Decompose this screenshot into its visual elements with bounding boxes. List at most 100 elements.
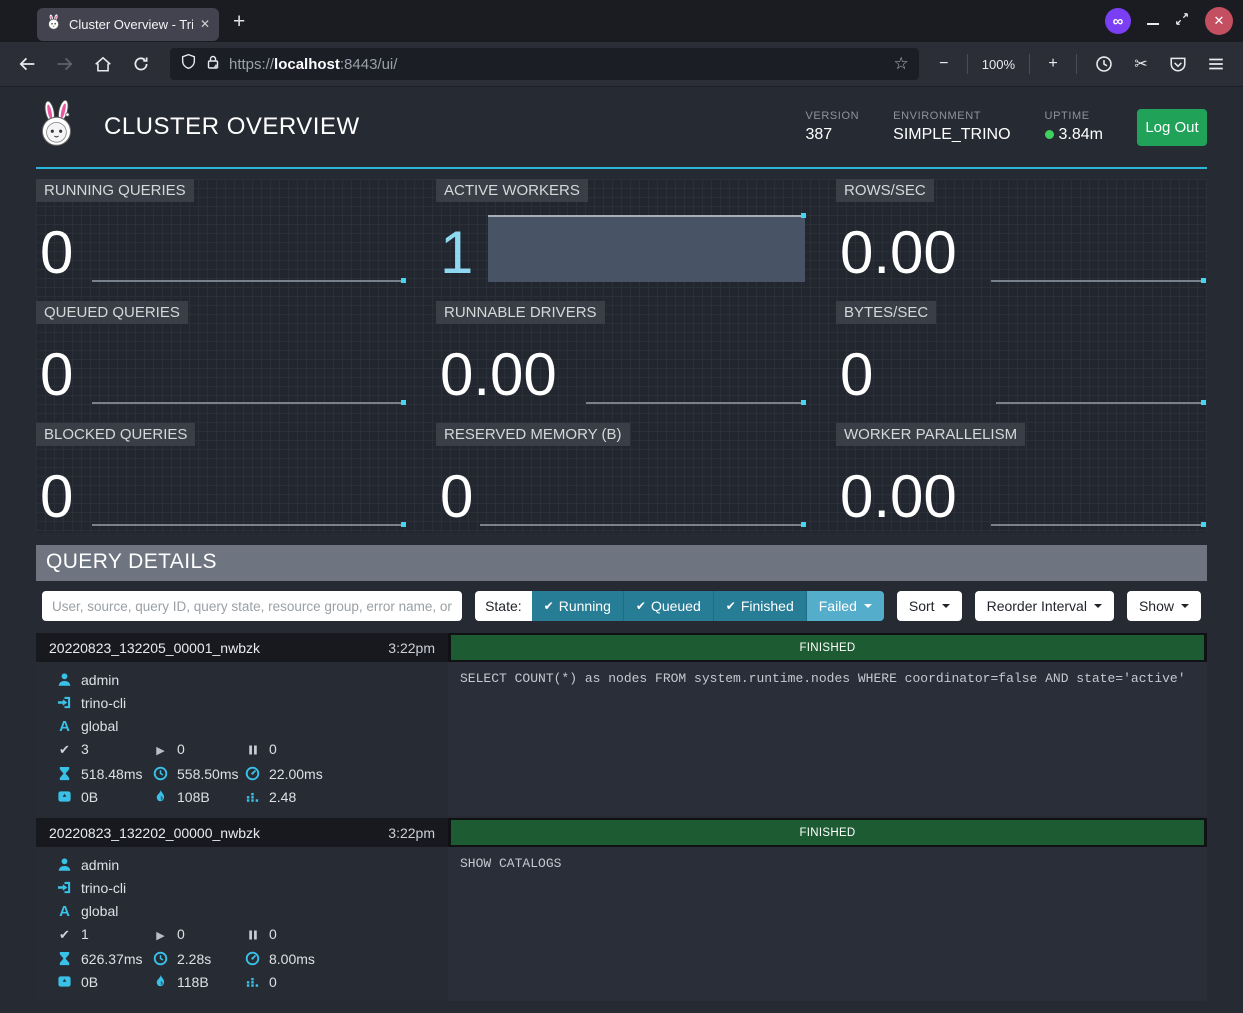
elapsed-time-clock-icon <box>152 763 169 786</box>
url-bar[interactable]: https://localhost:8443/ui/ ☆ <box>170 48 919 80</box>
chevron-down-icon <box>864 604 872 608</box>
window-maximize-button[interactable] <box>1175 12 1189 31</box>
tile-blocked-queries: BLOCKED QUERIES 0 <box>36 423 407 533</box>
forward-button[interactable] <box>50 49 80 79</box>
sparkline <box>996 402 1205 404</box>
version-stat: VERSION 387 <box>805 110 859 144</box>
source-login-icon <box>56 877 73 900</box>
state-filter-label: State: <box>475 591 532 621</box>
home-button[interactable] <box>88 49 118 79</box>
query-sql-text: SELECT COUNT(*) as nodes FROM system.run… <box>448 662 1207 816</box>
query-time: 3:22pm <box>388 640 435 656</box>
url-text: https://localhost:8443/ui/ <box>229 56 397 73</box>
cumulative-memory-flame-icon <box>152 786 169 809</box>
completed-splits-icon: ✔ <box>56 923 73 946</box>
cumulative-memory-flame-icon <box>152 971 169 994</box>
environment-stat: ENVIRONMENT SIMPLE_TRINO <box>893 110 1010 144</box>
queued-splits-icon <box>244 923 261 946</box>
browser-tab-bar: Cluster Overview - Trino ✕ + ∞ ✕ <box>0 0 1243 42</box>
sparkline <box>92 402 405 404</box>
cluster-stats-grid: RUNNING QUERIES 0 ACTIVE WORKERS 1 ROWS/… <box>36 179 1207 533</box>
resource-group-icon: A <box>56 900 73 923</box>
logout-button[interactable]: Log Out <box>1137 109 1207 146</box>
running-splits-icon: ▶ <box>152 740 169 763</box>
current-memory-scale-icon <box>56 786 73 809</box>
screenshot-scissors-icon[interactable]: ✂ <box>1127 54 1155 74</box>
sparkline <box>991 524 1205 526</box>
query-status-bar: FINISHED <box>451 820 1204 845</box>
state-filter-group: State: ✔Running ✔Queued ✔Finished Failed <box>475 591 884 621</box>
parallelism-stats-icon <box>244 786 261 809</box>
state-failed-dropdown[interactable]: Failed <box>807 591 884 621</box>
browser-tab[interactable]: Cluster Overview - Trino ✕ <box>37 8 219 41</box>
chevron-down-icon <box>1094 604 1102 608</box>
completed-splits-icon: ✔ <box>56 738 73 761</box>
sparkline <box>488 215 805 282</box>
check-icon: ✔ <box>636 599 646 613</box>
queued-time-hourglass-icon <box>56 763 73 786</box>
query-row: 20220823_132202_00000_nwbzk 3:22pm FINIS… <box>36 818 1207 1001</box>
sort-dropdown[interactable]: Sort <box>897 591 962 621</box>
queued-splits-icon <box>244 738 261 761</box>
sparkline <box>586 402 805 404</box>
menu-hamburger-icon[interactable] <box>1201 49 1231 79</box>
tile-active-workers: ACTIVE WORKERS 1 <box>436 179 807 289</box>
refresh-button[interactable] <box>126 49 156 79</box>
elapsed-time-clock-icon <box>152 948 169 971</box>
extension-icon[interactable]: ∞ <box>1105 8 1131 34</box>
history-clock-icon[interactable] <box>1089 49 1119 79</box>
zoom-out-button[interactable]: − <box>933 55 955 73</box>
query-id-link[interactable]: 20220823_132202_00000_nwbzk <box>49 825 260 841</box>
queued-time-hourglass-icon <box>56 948 73 971</box>
lock-warning-icon[interactable] <box>205 54 221 75</box>
page-header: CLUSTER OVERVIEW VERSION 387 ENVIRONMENT… <box>36 87 1207 169</box>
tile-rows-sec: ROWS/SEC 0.00 <box>836 179 1207 289</box>
query-search-input[interactable] <box>42 591 462 621</box>
reorder-interval-dropdown[interactable]: Reorder Interval <box>975 591 1114 621</box>
browser-navbar: https://localhost:8443/ui/ ☆ − 100% + ✂ <box>0 42 1243 87</box>
cpu-time-gauge-icon <box>244 763 261 786</box>
tile-worker-parallelism: WORKER PARALLELISM 0.00 <box>836 423 1207 533</box>
new-tab-button[interactable]: + <box>233 11 245 32</box>
source-login-icon <box>56 692 73 715</box>
trino-logo <box>36 100 78 155</box>
uptime-stat: UPTIME 3.84m <box>1045 110 1103 144</box>
state-running-button[interactable]: ✔Running <box>532 591 624 621</box>
state-finished-button[interactable]: ✔Finished <box>714 591 807 621</box>
query-status-bar: FINISHED <box>451 635 1204 660</box>
pocket-icon[interactable] <box>1163 49 1193 79</box>
parallelism-stats-icon <box>244 971 261 994</box>
query-id-link[interactable]: 20220823_132205_00001_nwbzk <box>49 640 260 656</box>
chevron-down-icon <box>1181 604 1189 608</box>
zoom-level[interactable]: 100% <box>980 57 1017 72</box>
state-queued-button[interactable]: ✔Queued <box>624 591 714 621</box>
bookmark-star-icon[interactable]: ☆ <box>894 54 909 74</box>
show-dropdown[interactable]: Show <box>1127 591 1201 621</box>
running-splits-icon: ▶ <box>152 925 169 948</box>
user-icon <box>56 669 73 692</box>
query-filter-toolbar: State: ✔Running ✔Queued ✔Finished Failed… <box>36 581 1207 631</box>
uptime-status-dot <box>1045 130 1054 139</box>
query-row: 20220823_132205_00001_nwbzk 3:22pm FINIS… <box>36 633 1207 816</box>
check-icon: ✔ <box>726 599 736 613</box>
window-minimize-button[interactable] <box>1147 12 1159 30</box>
query-details-title: QUERY DETAILS <box>36 545 1207 581</box>
query-details-section: QUERY DETAILS State: ✔Running ✔Queued ✔F… <box>36 545 1207 1001</box>
user-icon <box>56 854 73 877</box>
query-sql-text: SHOW CATALOGS <box>448 847 1207 1001</box>
back-button[interactable] <box>12 49 42 79</box>
check-icon: ✔ <box>544 599 554 613</box>
query-meta: admin trino-cli Aglobal ✔3 ▶0 0 518.48ms… <box>36 662 448 816</box>
query-time: 3:22pm <box>388 825 435 841</box>
page-title: CLUSTER OVERVIEW <box>104 113 360 141</box>
tile-queued-queries: QUEUED QUERIES 0 <box>36 301 407 411</box>
tile-running-queries: RUNNING QUERIES 0 <box>36 179 407 289</box>
tab-close-icon[interactable]: ✕ <box>200 17 210 31</box>
sparkline <box>480 524 805 526</box>
shield-icon[interactable] <box>180 53 197 75</box>
chevron-down-icon <box>942 604 950 608</box>
window-close-button[interactable]: ✕ <box>1205 7 1233 35</box>
current-memory-scale-icon <box>56 971 73 994</box>
cpu-time-gauge-icon <box>244 948 261 971</box>
zoom-in-button[interactable]: + <box>1042 55 1064 73</box>
